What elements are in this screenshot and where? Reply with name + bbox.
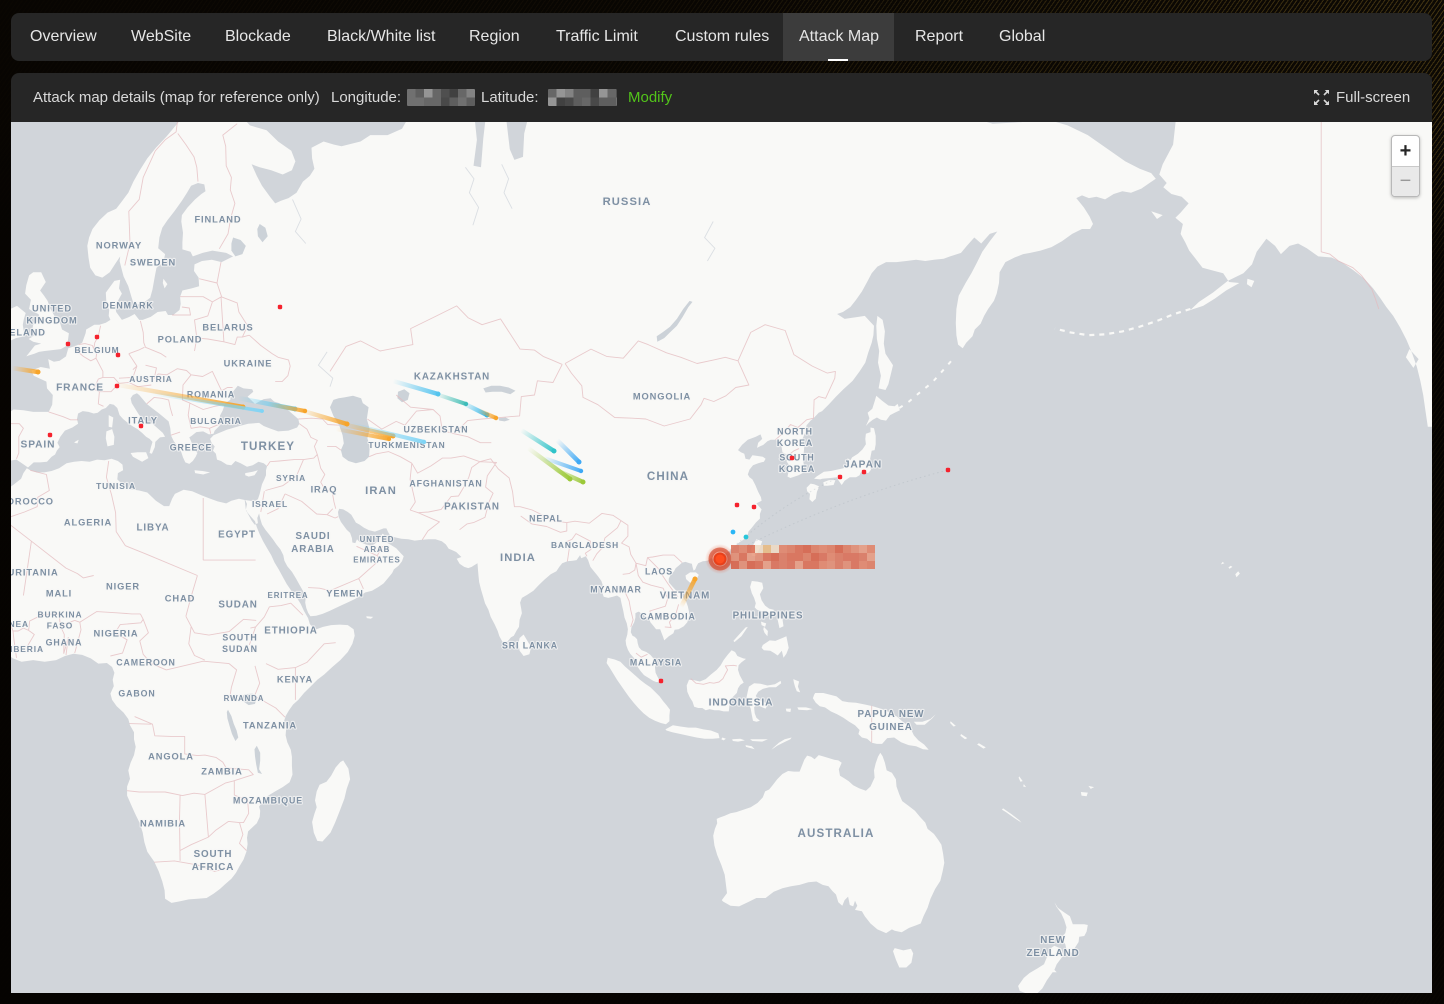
svg-text:AUSTRIA: AUSTRIA xyxy=(129,374,173,384)
svg-text:MOROCCO: MOROCCO xyxy=(11,496,54,506)
svg-text:ETHIOPIA: ETHIOPIA xyxy=(264,626,317,637)
svg-text:GUINEA: GUINEA xyxy=(869,722,913,733)
svg-text:CAMBODIA: CAMBODIA xyxy=(640,611,696,621)
svg-text:SWEDEN: SWEDEN xyxy=(130,257,176,267)
svg-text:AUSTRALIA: AUSTRALIA xyxy=(798,827,875,840)
svg-text:MALAYSIA: MALAYSIA xyxy=(630,657,682,667)
svg-text:KOREA: KOREA xyxy=(779,464,815,474)
svg-text:KAZAKHSTAN: KAZAKHSTAN xyxy=(414,372,490,383)
svg-text:SAUDI: SAUDI xyxy=(296,531,331,542)
svg-text:NORTH: NORTH xyxy=(777,427,813,437)
svg-text:CHAD: CHAD xyxy=(165,593,195,603)
svg-text:ERITREA: ERITREA xyxy=(268,591,309,600)
svg-text:EGYPT: EGYPT xyxy=(218,530,256,541)
svg-text:YEMEN: YEMEN xyxy=(326,588,364,598)
svg-text:FINLAND: FINLAND xyxy=(194,214,241,224)
svg-text:PHILIPPINES: PHILIPPINES xyxy=(733,611,804,622)
svg-text:ARABIA: ARABIA xyxy=(291,544,335,555)
svg-text:UKRAINE: UKRAINE xyxy=(224,358,273,368)
svg-text:KENYA: KENYA xyxy=(277,674,313,684)
svg-text:BELGIUM: BELGIUM xyxy=(75,345,120,355)
svg-text:LIBERIA: LIBERIA xyxy=(11,644,44,654)
svg-text:BANGLADESH: BANGLADESH xyxy=(551,540,619,550)
svg-text:UNITED: UNITED xyxy=(360,535,395,544)
svg-text:GREECE: GREECE xyxy=(170,442,213,452)
svg-text:DENMARK: DENMARK xyxy=(102,300,153,310)
svg-text:BULGARIA: BULGARIA xyxy=(190,416,241,426)
svg-text:JAPAN: JAPAN xyxy=(844,460,882,471)
svg-text:TANZANIA: TANZANIA xyxy=(243,720,297,730)
svg-text:ISRAEL: ISRAEL xyxy=(252,499,288,509)
svg-text:SOUTH: SOUTH xyxy=(779,453,814,463)
svg-text:NEW: NEW xyxy=(1040,935,1066,946)
svg-text:FRANCE: FRANCE xyxy=(56,383,104,394)
svg-text:NEPAL: NEPAL xyxy=(529,513,563,523)
svg-text:NAMIBIA: NAMIBIA xyxy=(140,818,186,828)
svg-text:ANGOLA: ANGOLA xyxy=(148,751,194,761)
svg-text:BELARUS: BELARUS xyxy=(202,322,253,332)
svg-text:IRAN: IRAN xyxy=(365,485,397,497)
svg-text:LAOS: LAOS xyxy=(645,566,673,576)
svg-text:SPAIN: SPAIN xyxy=(21,440,56,451)
svg-text:SUDAN: SUDAN xyxy=(218,600,257,611)
svg-text:SOUTH: SOUTH xyxy=(222,633,257,643)
svg-text:ZAMBIA: ZAMBIA xyxy=(201,766,243,776)
svg-text:UZBEKISTAN: UZBEKISTAN xyxy=(403,424,468,434)
svg-text:AFRICA: AFRICA xyxy=(192,862,234,873)
svg-text:KINGDOM: KINGDOM xyxy=(26,315,77,325)
svg-text:POLAND: POLAND xyxy=(158,334,203,344)
svg-text:AFGHANISTAN: AFGHANISTAN xyxy=(409,478,482,488)
svg-text:MOZAMBIQUE: MOZAMBIQUE xyxy=(233,795,303,805)
svg-text:LIBYA: LIBYA xyxy=(137,523,170,534)
svg-text:CHINA: CHINA xyxy=(647,470,689,483)
svg-text:SUDAN: SUDAN xyxy=(222,644,258,654)
svg-text:KOREA: KOREA xyxy=(777,438,813,448)
svg-text:NIGERIA: NIGERIA xyxy=(93,628,138,638)
svg-text:GUINEA: GUINEA xyxy=(11,619,29,629)
svg-text:UNITED: UNITED xyxy=(32,303,72,313)
svg-text:ALGERIA: ALGERIA xyxy=(64,517,112,527)
svg-text:IRELAND: IRELAND xyxy=(11,327,46,337)
svg-text:MYANMAR: MYANMAR xyxy=(590,584,641,594)
svg-text:ZEALAND: ZEALAND xyxy=(1026,948,1079,959)
svg-text:TURKMENISTAN: TURKMENISTAN xyxy=(368,440,445,450)
svg-text:ITALY: ITALY xyxy=(128,415,158,425)
svg-text:MALI: MALI xyxy=(46,588,72,598)
svg-text:SYRIA: SYRIA xyxy=(276,473,306,483)
svg-text:TURKEY: TURKEY xyxy=(241,440,295,453)
svg-text:FASO: FASO xyxy=(47,621,73,631)
svg-text:ARAB: ARAB xyxy=(364,545,390,554)
svg-text:SRI LANKA: SRI LANKA xyxy=(502,640,558,650)
svg-text:PAKISTAN: PAKISTAN xyxy=(444,502,500,513)
svg-text:GABON: GABON xyxy=(118,688,155,698)
svg-text:INDIA: INDIA xyxy=(500,552,536,564)
svg-text:GHANA: GHANA xyxy=(46,637,83,647)
svg-text:PAPUA NEW: PAPUA NEW xyxy=(858,709,925,720)
svg-text:MAURITANIA: MAURITANIA xyxy=(11,567,59,577)
svg-text:CAMEROON: CAMEROON xyxy=(116,657,176,667)
svg-text:IRAQ: IRAQ xyxy=(311,484,338,494)
svg-text:NIGER: NIGER xyxy=(106,581,140,591)
svg-text:MONGOLIA: MONGOLIA xyxy=(633,391,691,401)
svg-text:RUSSIA: RUSSIA xyxy=(603,196,652,208)
svg-text:EMIRATES: EMIRATES xyxy=(353,555,400,564)
svg-text:TUNISIA: TUNISIA xyxy=(96,481,136,491)
svg-text:SOUTH: SOUTH xyxy=(194,849,233,860)
svg-text:RWANDA: RWANDA xyxy=(224,694,265,703)
svg-text:INDONESIA: INDONESIA xyxy=(709,698,774,709)
svg-text:NORWAY: NORWAY xyxy=(96,240,142,250)
svg-text:BURKINA: BURKINA xyxy=(38,610,83,620)
